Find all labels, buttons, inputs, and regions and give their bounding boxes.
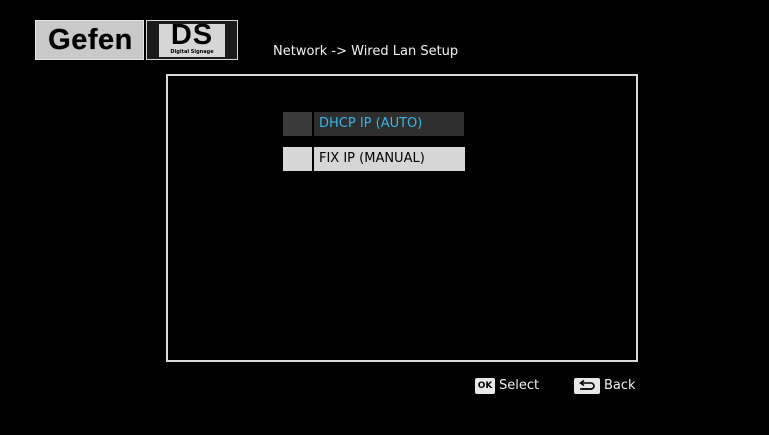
page-title: Network -> Wired Lan Setup [273, 44, 459, 59]
return-arrow-icon [574, 378, 600, 394]
select-hint[interactable]: OK Select [475, 377, 555, 395]
menu-item-marker [283, 147, 312, 171]
screen: Gefen DS Digital Signage Network -> Wire… [0, 0, 769, 435]
logo-brand-plate: Gefen [35, 20, 144, 60]
logo-product-subtitle: Digital Signage [170, 49, 214, 55]
menu-panel: DHCP IP (AUTO) FIX IP (MANUAL) [166, 74, 638, 362]
back-hint-label: Back [604, 378, 636, 393]
menu-item-marker [283, 112, 312, 136]
logo-brand-text: Gefen [48, 24, 133, 56]
gefen-ds-logo: Gefen DS Digital Signage [35, 20, 238, 60]
logo-product-text: DS [170, 19, 214, 51]
back-hint[interactable]: Back [574, 377, 644, 395]
menu-item-label: DHCP IP (AUTO) [314, 112, 464, 136]
select-hint-label: Select [499, 378, 540, 393]
menu-item-label: FIX IP (MANUAL) [314, 147, 465, 171]
return-arrow-glyph [579, 379, 595, 390]
logo-product-plate: DS Digital Signage [146, 20, 238, 60]
logo-ds-box: DS Digital Signage [159, 20, 225, 57]
ok-key-icon: OK [475, 378, 495, 394]
